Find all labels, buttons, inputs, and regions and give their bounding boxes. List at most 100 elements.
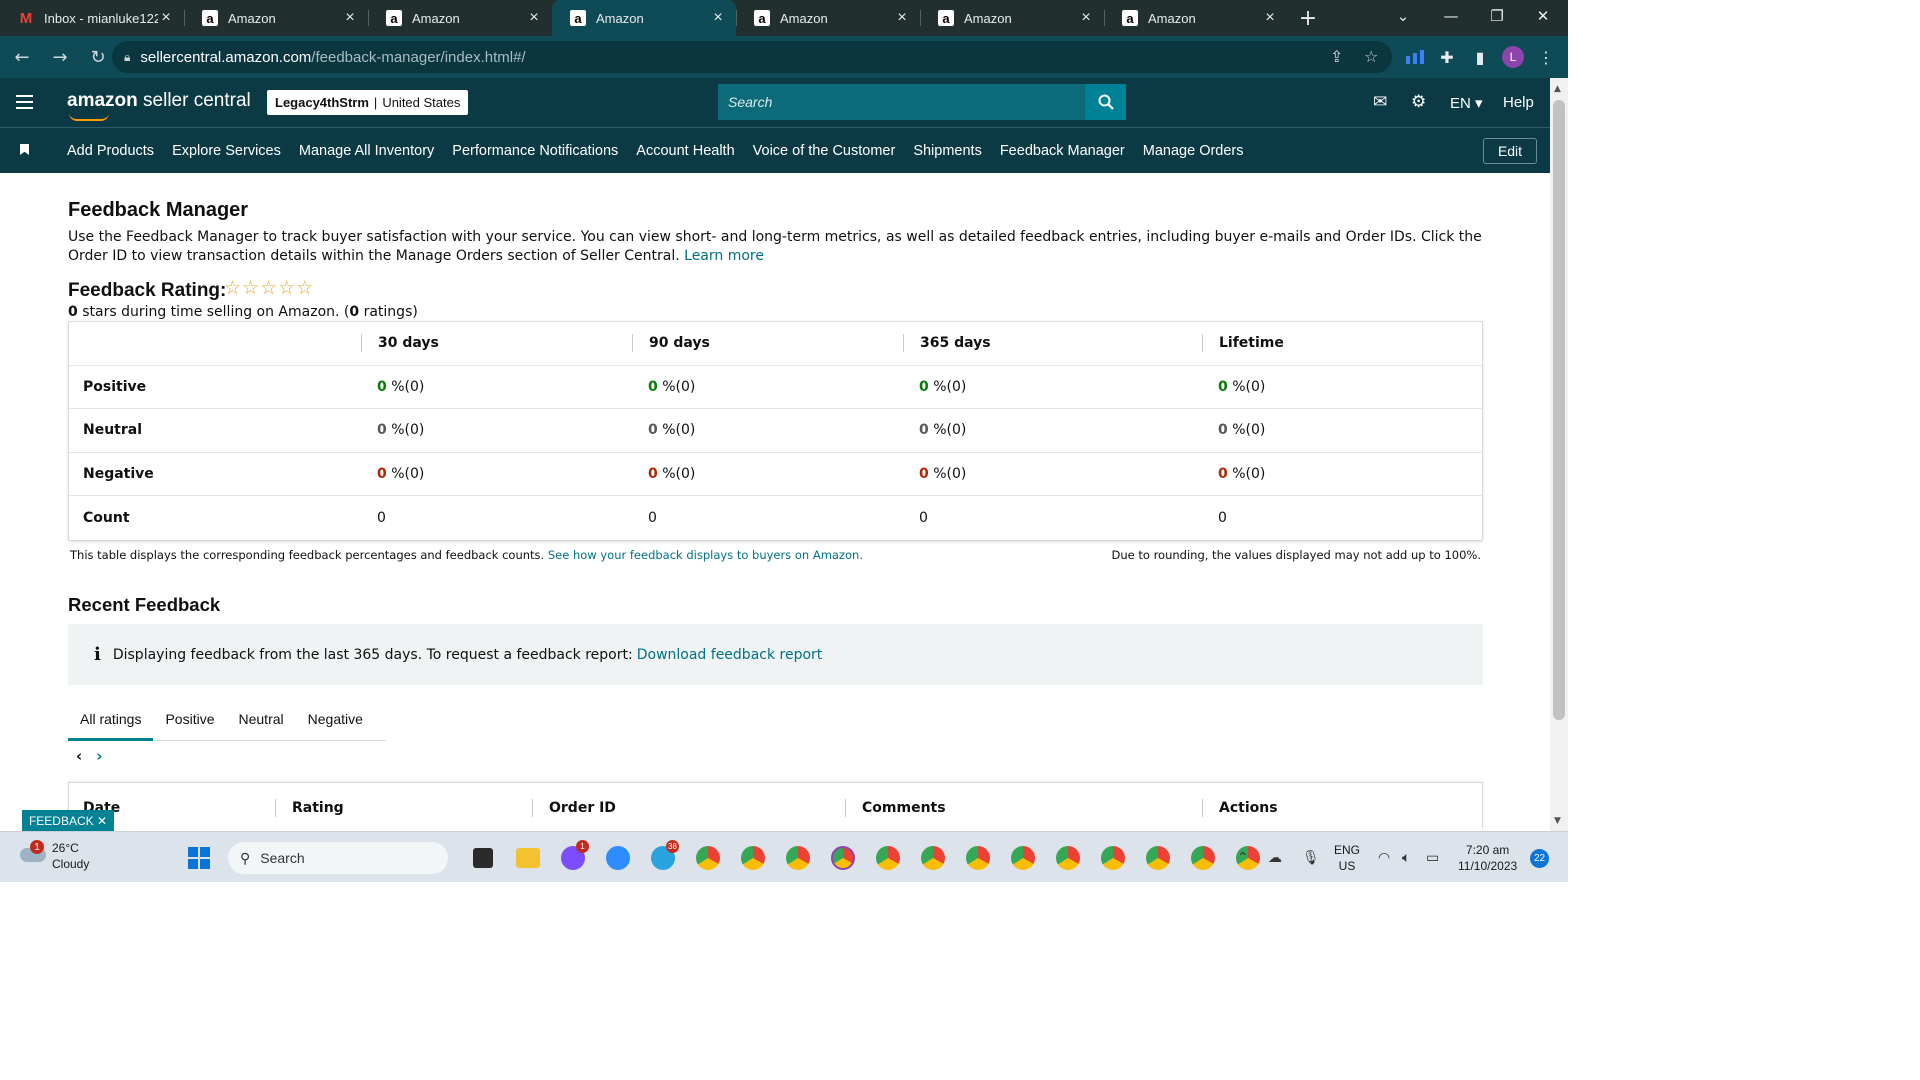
notification-badge[interactable]: 22 bbox=[1530, 849, 1549, 868]
bookmark-star-icon[interactable]: ☆ bbox=[1364, 47, 1378, 66]
hamburger-icon[interactable] bbox=[16, 95, 33, 113]
telegram-icon[interactable]: 38 bbox=[640, 840, 685, 872]
close-icon[interactable]: × bbox=[1078, 9, 1094, 27]
scroll-up-icon[interactable]: ▲ bbox=[1554, 84, 1561, 94]
download-report-link[interactable]: Download feedback report bbox=[637, 647, 823, 663]
chrome-icon[interactable] bbox=[1135, 844, 1180, 872]
bookmark-icon[interactable] bbox=[20, 144, 29, 155]
extension-icon[interactable] bbox=[1402, 44, 1428, 70]
learn-more-link[interactable]: Learn more bbox=[684, 248, 764, 264]
table-header[interactable]: Order ID bbox=[532, 799, 845, 817]
cloud-sync-icon[interactable]: ☁ bbox=[1268, 849, 1282, 866]
scroll-down-icon[interactable]: ▼ bbox=[1554, 816, 1561, 826]
wifi-icon[interactable]: ◠ bbox=[1378, 849, 1390, 866]
browser-tab[interactable]: a Amazon × bbox=[184, 0, 368, 36]
amazon-icon: a bbox=[386, 10, 402, 26]
taskbar-search[interactable]: ⚲ Search bbox=[228, 842, 448, 874]
new-tab-icon[interactable]: + bbox=[1288, 0, 1328, 36]
chrome-icon[interactable] bbox=[685, 844, 730, 872]
close-icon[interactable]: × bbox=[526, 9, 542, 27]
file-explorer-icon[interactable] bbox=[505, 844, 550, 872]
back-icon[interactable]: ← bbox=[6, 41, 38, 73]
language-indicator[interactable]: ENG US bbox=[1334, 842, 1360, 874]
address-bar[interactable]: 🔒︎ sellercentral.amazon.com/feedback-man… bbox=[112, 41, 1392, 73]
minimize-icon[interactable]: — bbox=[1428, 0, 1474, 32]
page-scrollbar[interactable]: ▲ ▼ bbox=[1550, 78, 1568, 831]
profile-avatar[interactable]: L bbox=[1502, 46, 1524, 68]
chrome-icon[interactable] bbox=[775, 844, 820, 872]
feedback-button[interactable]: FEEDBACK ✕ bbox=[22, 810, 114, 832]
gear-icon[interactable]: ⚙ bbox=[1411, 92, 1426, 112]
chrome-icon[interactable] bbox=[955, 844, 1000, 872]
weather-widget[interactable]: 1 26°C Cloudy bbox=[18, 840, 89, 872]
close-icon[interactable]: × bbox=[342, 9, 358, 27]
scrollbar-thumb[interactable] bbox=[1553, 100, 1565, 720]
messenger-icon[interactable]: 1 bbox=[550, 840, 595, 872]
table-header[interactable]: Comments bbox=[845, 799, 1202, 817]
amazon-seller-central-logo[interactable]: amazon seller central bbox=[67, 90, 251, 121]
chrome-icon[interactable] bbox=[1180, 844, 1225, 872]
feedback-display-link[interactable]: See how your feedback displays to buyers… bbox=[548, 548, 863, 562]
speaker-icon[interactable]: 🔈︎ bbox=[1402, 849, 1410, 866]
chrome-icon[interactable] bbox=[1000, 844, 1045, 872]
reload-icon[interactable]: ↻ bbox=[82, 41, 114, 73]
chrome-icon[interactable] bbox=[865, 844, 910, 872]
zoom-icon[interactable] bbox=[595, 844, 640, 872]
battery-icon[interactable]: ▭ bbox=[1426, 849, 1439, 866]
store-selector[interactable]: Legacy4thStrm | United States bbox=[267, 90, 469, 115]
side-panel-icon[interactable]: ▮ bbox=[1467, 44, 1493, 70]
browser-tab[interactable]: a Amazon × bbox=[1104, 0, 1288, 36]
chrome-icon[interactable] bbox=[1045, 844, 1090, 872]
close-icon[interactable]: × bbox=[1262, 9, 1278, 27]
table-header-row: 30 days 90 days 365 days Lifetime bbox=[69, 322, 1482, 366]
mail-icon[interactable]: ✉ bbox=[1373, 92, 1387, 112]
nav-item-shipments[interactable]: Shipments bbox=[913, 143, 982, 159]
tab-all-ratings[interactable]: All ratings bbox=[68, 696, 154, 741]
browser-tab[interactable]: a Amazon × bbox=[368, 0, 552, 36]
tab-search-icon[interactable]: ⌄ bbox=[1380, 0, 1426, 32]
search-button[interactable] bbox=[1085, 84, 1126, 120]
nav-item-voice-of-customer[interactable]: Voice of the Customer bbox=[753, 143, 896, 159]
close-window-icon[interactable]: ✕ bbox=[1520, 0, 1566, 32]
table-header-blank bbox=[69, 334, 361, 352]
nav-item-manage-inventory[interactable]: Manage All Inventory bbox=[299, 143, 434, 159]
tab-positive[interactable]: Positive bbox=[153, 696, 226, 741]
chrome-icon[interactable] bbox=[730, 844, 775, 872]
edit-button[interactable]: Edit bbox=[1483, 138, 1537, 164]
tab-negative[interactable]: Negative bbox=[296, 696, 375, 741]
nav-item-add-products[interactable]: Add Products bbox=[67, 143, 154, 159]
browser-tab[interactable]: M Inbox - mianluke1220 × bbox=[0, 0, 184, 36]
search-input[interactable] bbox=[718, 84, 1085, 120]
nav-item-explore-services[interactable]: Explore Services bbox=[172, 143, 281, 159]
nav-item-account-health[interactable]: Account Health bbox=[636, 143, 734, 159]
nav-item-manage-orders[interactable]: Manage Orders bbox=[1143, 143, 1244, 159]
puzzle-icon[interactable]: ✚ bbox=[1434, 44, 1460, 70]
task-view-icon[interactable] bbox=[460, 844, 505, 872]
close-icon[interactable]: × bbox=[710, 9, 726, 27]
browser-tab-active[interactable]: a Amazon × bbox=[552, 0, 736, 36]
chevron-right-icon[interactable]: › bbox=[96, 747, 102, 765]
table-header[interactable]: Actions bbox=[1202, 799, 1482, 817]
close-icon[interactable]: × bbox=[158, 9, 174, 27]
browser-tab[interactable]: a Amazon × bbox=[920, 0, 1104, 36]
chevron-up-icon[interactable]: ⌃ bbox=[1237, 849, 1249, 866]
help-link[interactable]: Help bbox=[1503, 94, 1534, 111]
table-header[interactable]: Rating bbox=[275, 799, 532, 817]
tab-neutral[interactable]: Neutral bbox=[227, 696, 296, 741]
chrome-icon[interactable] bbox=[820, 844, 865, 872]
chevron-left-icon[interactable]: ‹ bbox=[76, 747, 82, 765]
menu-icon[interactable]: ⋮ bbox=[1533, 44, 1559, 70]
forward-icon[interactable]: → bbox=[44, 41, 76, 73]
microphone-icon[interactable]: 🎙︎ bbox=[1302, 849, 1320, 866]
browser-tab[interactable]: a Amazon × bbox=[736, 0, 920, 36]
nav-item-performance-notifications[interactable]: Performance Notifications bbox=[452, 143, 618, 159]
windows-start-icon[interactable] bbox=[188, 847, 210, 869]
close-icon[interactable]: × bbox=[894, 9, 910, 27]
chrome-icon[interactable] bbox=[910, 844, 955, 872]
clock[interactable]: 7:20 am 11/10/2023 bbox=[1458, 842, 1517, 874]
chrome-icon[interactable] bbox=[1090, 844, 1135, 872]
share-icon[interactable]: ⇪ bbox=[1330, 47, 1343, 66]
restore-icon[interactable]: ❐ bbox=[1474, 0, 1520, 32]
language-selector[interactable]: EN ▾ bbox=[1450, 94, 1483, 112]
nav-item-feedback-manager[interactable]: Feedback Manager bbox=[1000, 143, 1125, 159]
